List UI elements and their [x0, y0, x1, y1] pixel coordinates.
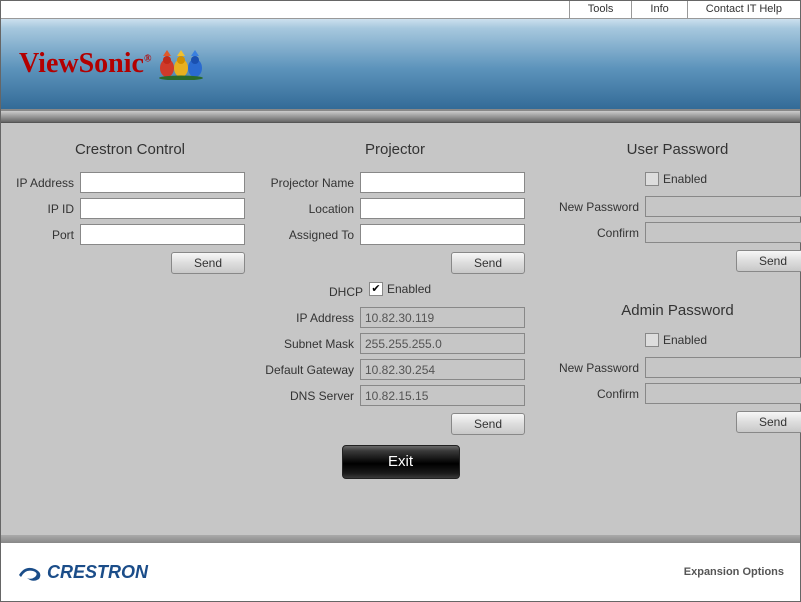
adminpw-send-button[interactable]: Send [736, 411, 801, 433]
adminpw-title: Admin Password [545, 302, 801, 319]
userpw-confirm-input [645, 222, 801, 243]
password-section: User Password Enabled New Password Confi… [545, 141, 801, 535]
net-ip-label: IP Address [265, 311, 360, 325]
net-gateway-label: Default Gateway [265, 363, 360, 377]
userpw-send-button[interactable]: Send [736, 250, 801, 272]
exit-button[interactable]: Exit [342, 445, 460, 479]
contact-link[interactable]: Contact IT Help [687, 1, 800, 18]
dhcp-enabled-text: Enabled [387, 282, 431, 296]
userpw-title: User Password [545, 141, 801, 158]
projector-assigned-label: Assigned To [265, 228, 360, 242]
adminpw-new-input [645, 357, 801, 378]
expansion-options-link[interactable]: Expansion Options [684, 566, 784, 578]
crestron-port-input[interactable] [80, 224, 245, 245]
footer: CRESTRON Expansion Options [1, 543, 800, 601]
projector-name-label: Projector Name [265, 176, 360, 190]
userpw-new-label: New Password [545, 200, 645, 214]
adminpw-enabled-checkbox[interactable] [645, 333, 659, 347]
top-bar: Tools Info Contact IT Help [1, 1, 800, 19]
crestron-ip-label: IP Address [15, 176, 80, 190]
crestron-logo: CRESTRON [17, 561, 148, 583]
net-ip-input [360, 307, 525, 328]
projector-send1-button[interactable]: Send [451, 252, 525, 274]
main-panel: Crestron Control IP Address IP ID Port S… [1, 123, 800, 535]
crestron-send-button[interactable]: Send [171, 252, 245, 274]
crestron-ip-input[interactable] [80, 172, 245, 193]
userpw-confirm-label: Confirm [545, 226, 645, 240]
info-link[interactable]: Info [631, 1, 686, 18]
userpw-enabled-checkbox[interactable] [645, 172, 659, 186]
footer-divider [1, 535, 800, 543]
crestron-ipid-label: IP ID [15, 202, 80, 216]
adminpw-new-label: New Password [545, 361, 645, 375]
net-gateway-input [360, 359, 525, 380]
projector-name-input[interactable] [360, 172, 525, 193]
userpw-enabled-text: Enabled [663, 172, 707, 186]
projector-location-input[interactable] [360, 198, 525, 219]
header: ViewSonic® [1, 19, 800, 111]
crestron-ipid-input[interactable] [80, 198, 245, 219]
header-divider [1, 111, 800, 123]
net-dns-label: DNS Server [265, 389, 360, 403]
projector-send2-button[interactable]: Send [451, 413, 525, 435]
net-subnet-label: Subnet Mask [265, 337, 360, 351]
swirl-icon [17, 561, 45, 583]
birds-icon [157, 48, 209, 80]
brand-logo-text: ViewSonic® [19, 48, 151, 80]
userpw-new-input [645, 196, 801, 217]
projector-title: Projector [265, 141, 525, 158]
dhcp-label: DHCP [265, 285, 369, 299]
crestron-port-label: Port [15, 228, 80, 242]
dhcp-checkbox[interactable] [369, 282, 383, 296]
adminpw-confirm-label: Confirm [545, 387, 645, 401]
tools-link[interactable]: Tools [569, 1, 632, 18]
projector-assigned-input[interactable] [360, 224, 525, 245]
projector-location-label: Location [265, 202, 360, 216]
crestron-title: Crestron Control [15, 141, 245, 158]
net-subnet-input [360, 333, 525, 354]
adminpw-enabled-text: Enabled [663, 333, 707, 347]
crestron-section: Crestron Control IP Address IP ID Port S… [15, 141, 245, 535]
net-dns-input [360, 385, 525, 406]
adminpw-confirm-input [645, 383, 801, 404]
